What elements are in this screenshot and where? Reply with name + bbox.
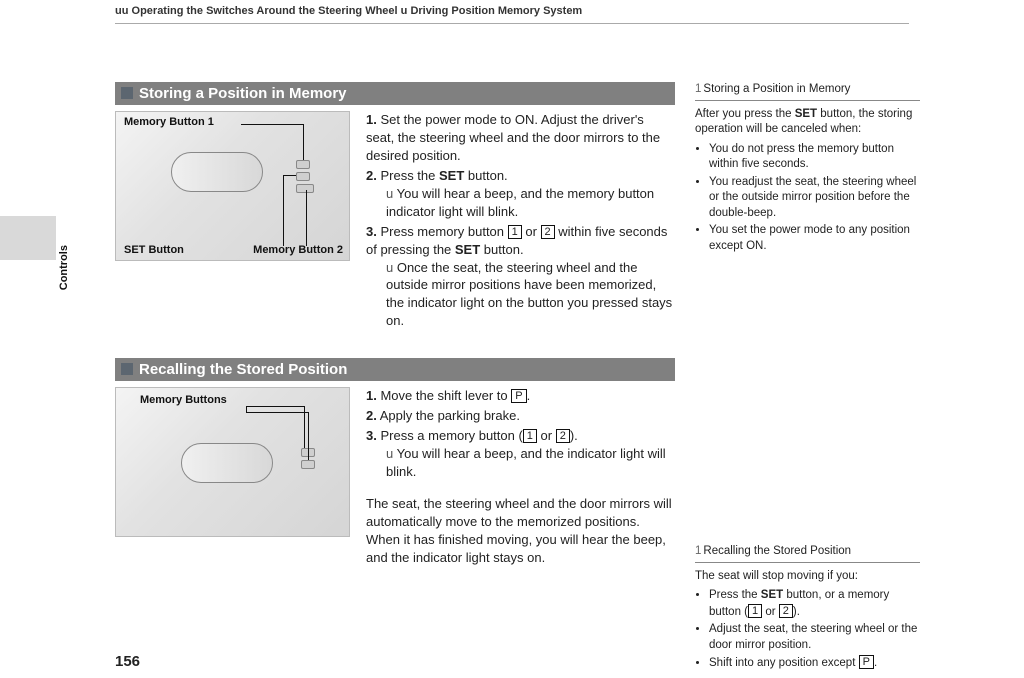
section2-body: Memory Buttons 1. Move the shift lever t… [115,387,675,579]
boxed-p: P [859,655,874,669]
header-sep: u [401,5,408,17]
side-tab [0,216,56,260]
step-text: Set the power mode to ON. Adjust the dri… [366,112,660,163]
sidebar-lead-1: After you press the SET button, the stor… [695,107,920,138]
figure-storing: Memory Button 1 SET Button Memory Button… [115,111,350,261]
section2-paragraph: The seat, the steering wheel and the doo… [366,495,675,567]
page: uu Operating the Switches Around the Ste… [0,0,1024,678]
step-text: Press memory button [380,224,507,239]
step-text: or [537,428,556,443]
step-num: 1. [366,388,377,403]
t: . [874,657,877,669]
boxed-2: 2 [779,604,793,618]
callout-memory-button-1: Memory Button 1 [124,116,214,128]
sidebar-bold: SET [761,589,783,601]
step-text: or [522,224,541,239]
sidebar-note-storing: 1Storing a Position in Memory After you … [695,82,920,254]
t: or [762,606,779,618]
step-2-sub: You will hear a beep, and the memory but… [386,185,675,221]
running-header: uu Operating the Switches Around the Ste… [115,5,909,24]
step-num: 2. [366,408,377,423]
t: Shift into any position except [709,657,859,669]
callout-set-button: SET Button [124,244,184,256]
boxed-2: 2 [556,429,570,443]
sidebar-heading-2: 1Recalling the Stored Position [695,544,920,563]
step-text: button. [464,168,507,183]
callout-memory-button-2: Memory Button 2 [253,244,343,256]
section1-steps: 1. Set the power mode to ON. Adjust the … [366,111,675,332]
callout-memory-buttons: Memory Buttons [140,394,227,406]
sidebar-column: 1Storing a Position in Memory After you … [695,82,920,674]
sidebar-list-2: Press the SET button, or a memory button… [695,588,920,672]
list-item: Shift into any position except P. [709,655,920,672]
heading-marker-icon [121,87,133,99]
step-text: button. [480,242,523,257]
step-3: 3. Press a memory button (1 or 2). You w… [366,427,675,481]
step-num: 3. [366,224,377,239]
illustration-door-panel: Memory Button 1 SET Button Memory Button… [115,111,350,261]
boxed-2: 2 [541,225,555,239]
step-num: 2. [366,168,377,183]
t: Press the [709,589,761,601]
t: ). [793,606,800,618]
figure-recalling: Memory Buttons [115,387,350,537]
section1-heading: Storing a Position in Memory [115,82,675,105]
list-item: You do not press the memory button withi… [709,142,920,173]
sidebar-heading-text: Storing a Position in Memory [703,83,850,95]
side-tab-label: Controls [58,245,70,290]
step-text: Press a memory button ( [380,428,522,443]
step-text: Move the shift lever to [380,388,511,403]
step-3-sub: Once the seat, the steering wheel and th… [386,259,675,331]
sidebar-lead-2: The seat will stop moving if you: [695,569,920,585]
list-item: You set the power mode to any position e… [709,223,920,254]
header-part1: Operating the Switches Around the Steeri… [132,5,398,17]
step-text: ). [570,428,578,443]
step-1: 1. Move the shift lever to P. [366,387,675,405]
step-text: Press the [380,168,439,183]
step-text: . [527,388,531,403]
illustration-door-panel-2: Memory Buttons [115,387,350,537]
list-item: Adjust the seat, the steering wheel or t… [709,622,920,653]
sidebar-note-recalling: 1Recalling the Stored Position The seat … [695,544,920,672]
list-item: You readjust the seat, the steering whee… [709,175,920,222]
step-2: 2. Apply the parking brake. [366,407,675,425]
page-number: 156 [115,653,140,670]
step-num: 1. [366,112,377,127]
list-item: Press the SET button, or a memory button… [709,588,920,620]
section2-heading: Recalling the Stored Position [115,358,675,381]
section2-steps: 1. Move the shift lever to P. 2. Apply t… [366,387,675,579]
sidebar-prefix: 1 [695,83,701,95]
step-text: Apply the parking brake. [380,408,520,423]
header-prefix: uu [115,5,128,17]
step-3-sub: You will hear a beep, and the indicator … [386,445,675,481]
sidebar-list-1: You do not press the memory button withi… [695,142,920,255]
step-bold: SET [439,168,464,183]
sidebar-prefix: 1 [695,545,701,557]
step-3: 3. Press memory button 1 or 2 within fiv… [366,223,675,331]
t: After you press the [695,108,795,120]
sidebar-heading-1: 1Storing a Position in Memory [695,82,920,101]
step-bold: SET [455,242,480,257]
boxed-1: 1 [523,429,537,443]
sidebar-bold: SET [795,108,817,120]
boxed-p: P [511,389,526,403]
step-num: 3. [366,428,377,443]
boxed-1: 1 [748,604,762,618]
section2-heading-text: Recalling the Stored Position [139,361,347,378]
sidebar-heading-text: Recalling the Stored Position [703,545,851,557]
section1-heading-text: Storing a Position in Memory [139,85,347,102]
step-2: 2. Press the SET button. You will hear a… [366,167,675,221]
section1-body: Memory Button 1 SET Button Memory Button… [115,111,675,332]
boxed-1: 1 [508,225,522,239]
main-column: Storing a Position in Memory [115,82,675,606]
step-1: 1. Set the power mode to ON. Adjust the … [366,111,675,165]
heading-marker-icon [121,363,133,375]
header-part2: Driving Position Memory System [410,5,582,17]
